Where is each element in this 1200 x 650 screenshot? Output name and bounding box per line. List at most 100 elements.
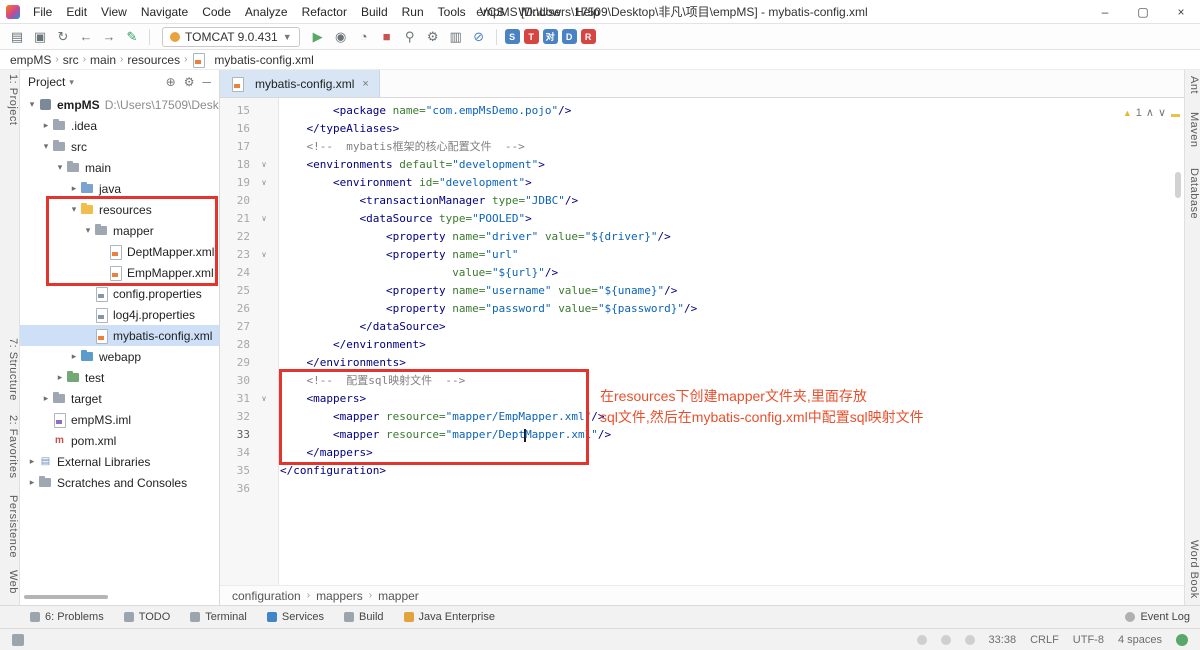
chevron-closed-icon[interactable]: ▸ [26,477,38,488]
fold-icon[interactable]: ∨ [254,156,274,174]
tool-window-switcher-icon[interactable] [12,633,24,646]
tree-item-empms[interactable]: ▾ empMS D:\Users\17509\Desktop [20,94,219,115]
menu-build[interactable]: Build [354,3,395,21]
chevron-closed-icon[interactable]: ▸ [54,372,66,383]
plugin-search-icon[interactable]: S [504,29,520,44]
breadcrumb-mappers[interactable]: mappers [316,589,363,603]
tree-item-resources[interactable]: ▾ resources [20,199,219,220]
chevron-open-icon[interactable]: ▾ [26,99,38,110]
code-line-24[interactable]: 24 value="${url}"/> [220,264,1184,282]
terminal-button[interactable]: Terminal [190,611,247,623]
tree-item-log4j-properties[interactable]: log4j.properties [20,304,219,325]
tree-item-scratches-and-consoles[interactable]: ▸ Scratches and Consoles [20,472,219,493]
sync-icon[interactable]: ↻ [52,27,74,47]
next-warning-icon[interactable]: ∨ [1158,106,1166,119]
horizontal-scrollbar[interactable] [24,595,108,599]
breadcrumb-main[interactable]: main [90,53,116,67]
minimize-button[interactable]: – [1086,0,1124,23]
plugin-pair-icon[interactable]: 对 [542,29,558,44]
menu-tools[interactable]: Tools [431,3,473,21]
breadcrumb-mybatis-config-xml[interactable]: mybatis-config.xml [214,53,313,67]
line-ending[interactable]: CRLF [1030,634,1059,646]
settings-icon[interactable]: ⚙ [422,27,444,47]
project-structure-icon[interactable]: ▥ [445,27,467,47]
inspection-widget[interactable]: ▲ 1 ∧ ∨ [1123,106,1166,120]
tree-item-mapper[interactable]: ▾ mapper [20,220,219,241]
build-button[interactable]: Build [344,611,384,623]
chevron-closed-icon[interactable]: ▸ [68,183,80,194]
indicator-icon-1[interactable] [916,634,927,645]
coverage-icon[interactable]: ◉ [330,27,352,47]
code-line-25[interactable]: 25 <property name="username" value="${un… [220,282,1184,300]
tool-window-button-7-structure[interactable]: 7: Structure [0,338,19,401]
tree-item-test[interactable]: ▸ test [20,367,219,388]
problems-button[interactable]: 6: Problems [30,611,104,623]
run-configuration-select[interactable]: TOMCAT 9.0.431 ▼ [162,26,300,47]
breadcrumb-src[interactable]: src [63,53,79,67]
fold-icon[interactable]: ∨ [254,390,274,408]
tool-window-button-persistence[interactable]: Persistence [0,495,19,558]
menu-file[interactable]: File [26,3,59,21]
search-everywhere-icon[interactable]: ⚲ [399,27,421,47]
chevron-open-icon[interactable]: ▾ [82,225,94,236]
code-line-36[interactable]: 36 [220,480,1184,498]
back-icon[interactable]: ← [75,27,97,47]
breadcrumb-mapper[interactable]: mapper [378,589,419,603]
warning-stripe-mark[interactable] [1171,114,1180,117]
tree-item-java[interactable]: ▸ java [20,178,219,199]
tab-mybatis-config-xml[interactable]: mybatis-config.xml × [220,70,380,97]
tool-window-button-2-favorites[interactable]: 2: Favorites [0,415,19,478]
editor-scrollbar[interactable] [1175,172,1181,198]
indicator-icon-3[interactable] [964,634,975,645]
tree-item-mybatis-config-xml[interactable]: mybatis-config.xml [20,325,219,346]
tool-window-button-ant[interactable]: Ant [1185,76,1200,94]
chevron-open-icon[interactable]: ▾ [54,162,66,173]
menu-analyze[interactable]: Analyze [238,3,295,21]
tool-window-button-database[interactable]: Database [1185,168,1200,219]
plugin-translate-icon[interactable]: T [523,29,539,44]
caret-position[interactable]: 33:38 [989,634,1017,646]
menu-navigate[interactable]: Navigate [134,3,195,21]
code-line-33[interactable]: 33 <mapper resource="mapper/DeptMapper.x… [220,426,1184,444]
chevron-down-icon[interactable]: ▾ [69,77,74,88]
code-line-29[interactable]: 29 </environments> [220,354,1184,372]
tree-item-deptmapper-xml[interactable]: DeptMapper.xml [20,241,219,262]
fold-icon[interactable]: ∨ [254,246,274,264]
menu-refactor[interactable]: Refactor [295,3,354,21]
code-line-22[interactable]: 22 <property name="driver" value="${driv… [220,228,1184,246]
code-line-18[interactable]: 18 ∨ <environments default="development"> [220,156,1184,174]
code-line-20[interactable]: 20 <transactionManager type="JDBC"/> [220,192,1184,210]
fold-icon[interactable]: ∨ [254,210,274,228]
code-line-15[interactable]: 15 <package name="com.empMsDemo.pojo"/> [220,102,1184,120]
chevron-open-icon[interactable]: ▾ [68,204,80,215]
save-all-icon[interactable]: ▣ [29,27,51,47]
tree-item-src[interactable]: ▾ src [20,136,219,157]
menu-code[interactable]: Code [195,3,238,21]
java-enterprise-button[interactable]: Java Enterprise [403,611,495,623]
locate-icon[interactable]: ⊕ [166,75,176,89]
code-line-27[interactable]: 27 </dataSource> [220,318,1184,336]
tree-item-empms-iml[interactable]: empMS.iml [20,409,219,430]
chevron-closed-icon[interactable]: ▸ [40,120,52,131]
tree-item-target[interactable]: ▸ target [20,388,219,409]
code-line-26[interactable]: 26 <property name="password" value="${pa… [220,300,1184,318]
event-log-button[interactable]: Event Log [1125,611,1190,623]
stop-icon[interactable]: ■ [376,27,398,47]
close-button[interactable]: × [1162,0,1200,23]
tool-window-button-word-book[interactable]: Word Book [1185,540,1200,599]
tree-item-empmapper-xml[interactable]: EmpMapper.xml [20,262,219,283]
hide-panel-icon[interactable]: ─ [202,75,211,89]
menu-edit[interactable]: Edit [59,3,94,21]
indent-setting[interactable]: 4 spaces [1118,634,1162,646]
breadcrumb-resources[interactable]: resources [127,53,180,67]
code-line-21[interactable]: 21 ∨ <dataSource type="POOLED"> [220,210,1184,228]
chevron-closed-icon[interactable]: ▸ [40,393,52,404]
open-icon[interactable]: ▤ [6,27,28,47]
tree-item-config-properties[interactable]: config.properties [20,283,219,304]
chevron-closed-icon[interactable]: ▸ [26,456,38,467]
file-encoding[interactable]: UTF-8 [1073,634,1104,646]
tool-window-button-web[interactable]: Web [0,570,19,594]
tree-item-pom-xml[interactable]: m pom.xml [20,430,219,451]
services-button[interactable]: Services [266,611,324,623]
plugin-redis-icon[interactable]: R [580,29,596,44]
